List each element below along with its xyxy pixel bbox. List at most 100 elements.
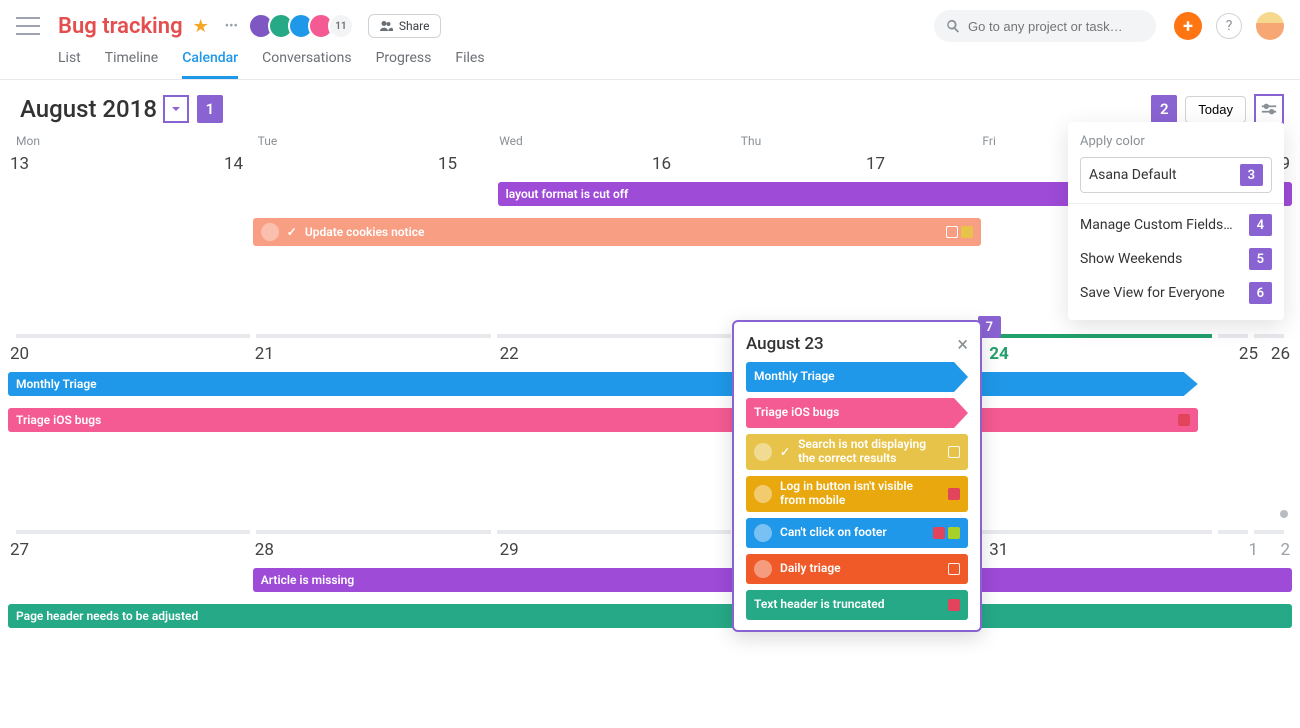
daynum: 25 [1239,344,1258,364]
more-icon[interactable]: ••• [219,19,244,34]
callout-6: 6 [1249,282,1272,304]
help-button[interactable]: ? [1216,13,1242,39]
share-label: Share [399,19,430,33]
daynum: 15 [438,154,457,174]
more-indicator-dot [1280,510,1288,518]
menu-icon[interactable] [16,17,40,35]
close-icon[interactable]: × [957,334,968,354]
chevron-down-icon [170,103,182,115]
popup-task-label: Search is not displaying the correct res… [798,438,940,466]
task-bar-cookies[interactable]: ✓ Update cookies notice [253,218,981,246]
sliders-icon [1260,102,1278,116]
daynum: 21 [255,344,274,364]
daynum: 31 [989,540,1008,560]
tab-conversations[interactable]: Conversations [262,50,351,79]
daynum: 28 [255,540,274,560]
people-icon [379,20,393,32]
daynum: 17 [866,154,885,174]
manage-custom-fields-option[interactable]: Manage Custom Fields… 4 [1080,208,1272,242]
tab-files[interactable]: Files [455,50,484,79]
search-input[interactable] [968,19,1144,34]
tag-icon [948,446,960,458]
task-bar-label: Update cookies notice [305,225,425,239]
tab-calendar[interactable]: Calendar [182,50,238,79]
task-bar-triage-ios[interactable]: Triage iOS bugs [8,408,1198,432]
add-button[interactable]: + [1174,12,1202,40]
color-select-value: Asana Default [1089,167,1177,183]
task-bar-page-header[interactable]: Page header needs to be adjusted [8,604,1292,628]
daynum: 27 [10,540,29,560]
calendar-row-3: 27 28 29 31 1 2 Article is missing Page … [8,534,1292,706]
popup-task-label: Log in button isn't visible from mobile [780,480,940,508]
calendar-settings-button[interactable] [1254,94,1284,124]
task-bar-label: Page header needs to be adjusted [16,609,198,623]
popup-task-triageios[interactable]: Triage iOS bugs [746,398,968,428]
popup-task-monthly[interactable]: Monthly Triage [746,362,968,392]
save-view-option[interactable]: Save View for Everyone 6 [1080,276,1272,310]
popup-task-label: Triage iOS bugs [754,406,960,420]
assignee-avatar [754,443,772,461]
daynum: 13 [10,154,29,174]
color-select[interactable]: Asana Default 3 [1080,157,1272,193]
tag-icon [948,599,960,611]
daynum: 16 [652,154,671,174]
today-button[interactable]: Today [1185,96,1246,123]
dayname-tue: Tue [258,134,500,148]
daynum: 26 [1271,344,1290,364]
callout-3: 3 [1240,164,1263,186]
member-avatars[interactable]: 11 [254,12,354,40]
tag-icon [948,488,960,500]
tag-icon [948,563,960,575]
day-detail-popup: August 23 × Monthly Triage Triage iOS bu… [732,320,982,632]
calendar-settings-popup: Apply color Asana Default 3 Manage Custo… [1068,122,1284,320]
popup-task-daily[interactable]: Daily triage [746,554,968,584]
popup-task-label: Text header is truncated [754,598,940,612]
star-icon[interactable]: ★ [193,16,209,37]
tag-icon [1178,414,1190,426]
daynum: 22 [500,344,519,364]
month-picker-button[interactable] [163,95,189,123]
callout-1: 1 [197,95,223,123]
callout-5: 5 [1249,248,1272,270]
check-icon: ✓ [780,445,790,459]
share-button[interactable]: Share [368,14,441,38]
daynum: 1 [1248,540,1258,560]
opt-weekends-label: Show Weekends [1080,251,1182,267]
daynum-today: 24 [989,344,1009,364]
popup-task-login[interactable]: Log in button isn't visible from mobile [746,476,968,512]
daynum: 14 [224,154,243,174]
search-icon [946,19,960,33]
member-overflow-count[interactable]: 11 [328,13,354,39]
task-bar-label: Article is missing [261,573,354,587]
daynum: 20 [10,344,29,364]
tab-list[interactable]: List [58,50,81,79]
tag-icon [933,527,945,539]
popup-task-label: Can't click on footer [780,526,925,540]
tab-timeline[interactable]: Timeline [105,50,158,79]
assignee-avatar [261,223,279,241]
search-field[interactable] [934,10,1156,42]
popup-task-textheader[interactable]: Text header is truncated [746,590,968,620]
dayname-mon: Mon [16,134,258,148]
popup-task-label: Daily triage [780,562,940,576]
assignee-avatar [754,524,772,542]
day-popup-title: August 23 [746,334,824,354]
popup-task-search[interactable]: ✓ Search is not displaying the correct r… [746,434,968,470]
check-icon: ✓ [287,225,297,239]
popup-task-footer[interactable]: Can't click on footer [746,518,968,548]
tag-icon [946,226,958,238]
tab-progress[interactable]: Progress [376,50,432,79]
show-weekends-option[interactable]: Show Weekends 5 [1080,242,1272,276]
assignee-avatar [754,485,772,503]
popup-task-label: Monthly Triage [754,370,960,384]
task-bar-label: Triage iOS bugs [16,413,101,427]
tag-icon [948,527,960,539]
task-bar-monthly-triage[interactable]: Monthly Triage [8,372,1198,396]
project-title: Bug tracking [58,14,183,39]
assignee-avatar [754,560,772,578]
daynum: 29 [500,540,519,560]
current-user-avatar[interactable] [1256,12,1284,40]
opt-manage-label: Manage Custom Fields… [1080,217,1233,233]
project-tabs: List Timeline Calendar Conversations Pro… [0,42,1300,80]
callout-4: 4 [1249,214,1272,236]
